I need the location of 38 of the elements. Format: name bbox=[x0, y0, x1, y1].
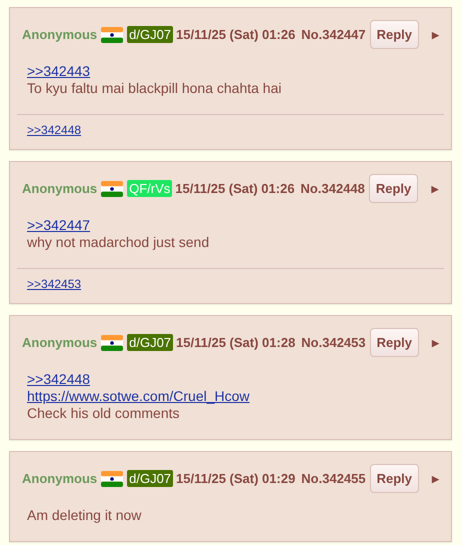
poster-id: d/GJ07 bbox=[127, 334, 174, 351]
post-number[interactable]: No.342447 bbox=[301, 27, 366, 42]
poster-name: Anonymous bbox=[22, 471, 98, 486]
flag-icon bbox=[101, 470, 124, 486]
quote-link[interactable]: >>342447 bbox=[27, 217, 90, 234]
menu-toggle[interactable]: ▶ bbox=[432, 474, 440, 484]
post-text: To kyu faltu mai blackpill hona chahta hai bbox=[27, 80, 282, 97]
poster-name: Anonymous bbox=[22, 181, 98, 196]
post-text: Check his old comments bbox=[27, 405, 180, 422]
menu-toggle[interactable]: ▶ bbox=[431, 184, 438, 194]
post-number[interactable]: No.342453 bbox=[301, 335, 366, 350]
poster-id: QF/rVs bbox=[127, 180, 172, 197]
poster-name: Anonymous bbox=[22, 335, 98, 350]
poster-name: Anonymous bbox=[22, 27, 98, 42]
post-text: Am deleting it now bbox=[27, 507, 142, 524]
quote-link[interactable]: >>342443 bbox=[27, 63, 90, 80]
reply-button[interactable]: Reply bbox=[368, 174, 418, 203]
post-date: 15/11/25 (Sat) 01:29 bbox=[176, 471, 296, 486]
post-date: 15/11/25 (Sat) 01:28 bbox=[176, 335, 296, 350]
menu-toggle[interactable]: ▶ bbox=[432, 338, 440, 348]
url-link[interactable]: https://www.sotwe.com/Cruel_Hcow bbox=[27, 388, 250, 405]
post-text: why not madarchod just send bbox=[27, 234, 210, 251]
post-date: 15/11/25 (Sat) 01:26 bbox=[175, 181, 295, 196]
flag-icon bbox=[101, 334, 124, 350]
reply-button[interactable]: Reply bbox=[370, 20, 420, 49]
backlink[interactable]: >>342448 bbox=[27, 123, 82, 137]
post-number[interactable]: No.342455 bbox=[301, 471, 366, 486]
menu-toggle[interactable]: ▶ bbox=[432, 30, 440, 40]
reply-button[interactable]: Reply bbox=[370, 464, 420, 493]
flag-icon bbox=[101, 26, 124, 42]
poster-id: d/GJ07 bbox=[127, 470, 174, 487]
reply-button[interactable]: Reply bbox=[370, 328, 420, 357]
flag-icon bbox=[101, 180, 124, 196]
post-date: 15/11/25 (Sat) 01:26 bbox=[176, 27, 296, 42]
poster-id: d/GJ07 bbox=[127, 26, 174, 43]
post-number[interactable]: No.342448 bbox=[300, 181, 365, 196]
quote-link[interactable]: >>342448 bbox=[27, 371, 90, 388]
backlink[interactable]: >>342453 bbox=[27, 277, 82, 291]
